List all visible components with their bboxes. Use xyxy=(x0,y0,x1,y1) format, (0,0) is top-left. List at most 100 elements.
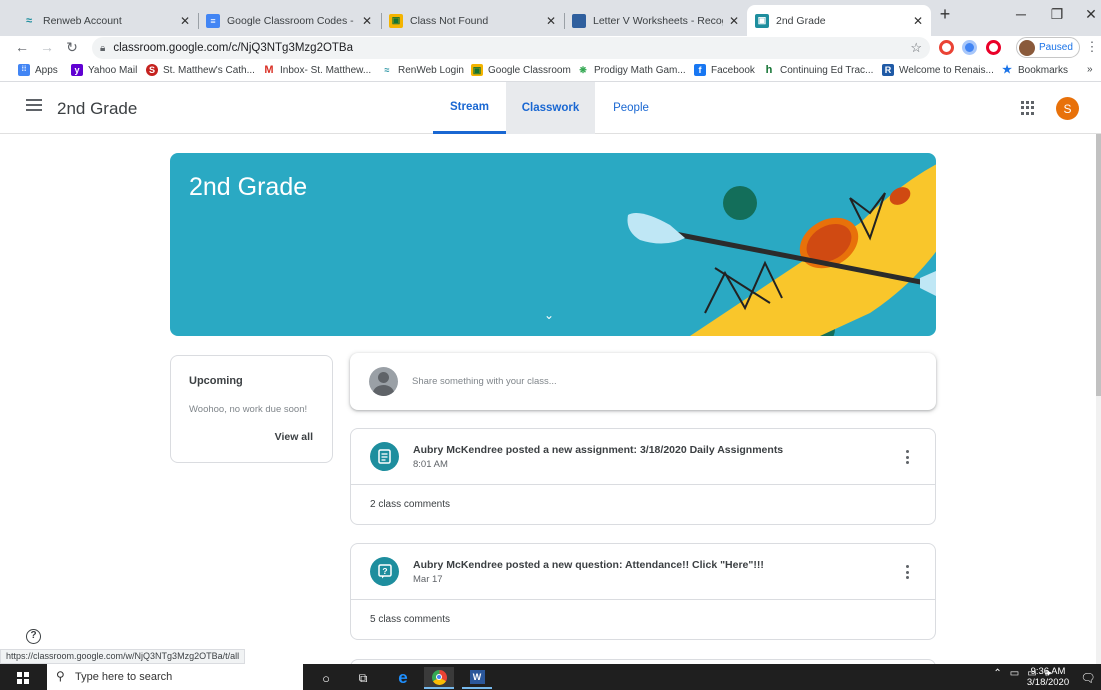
post-options-icon[interactable] xyxy=(906,565,910,579)
new-tab-button[interactable]: + xyxy=(930,4,960,25)
browser-tab-strip: ≈ Renweb Account ✕ ≡ Google Classroom Co… xyxy=(0,0,1101,36)
share-placeholder[interactable]: Share something with your class... xyxy=(412,376,557,387)
bookmark-yahoo-mail[interactable]: y Yahoo Mail xyxy=(71,64,137,76)
close-tab-icon[interactable]: ✕ xyxy=(180,14,190,28)
browser-tab-renweb-account[interactable]: ≈ Renweb Account ✕ xyxy=(14,5,198,36)
clock-date: 3/18/2020 xyxy=(1026,677,1070,688)
tab-title: Renweb Account xyxy=(43,14,122,27)
close-tab-icon[interactable]: ✕ xyxy=(362,14,372,28)
back-icon[interactable]: ← xyxy=(14,39,30,55)
chrome-icon[interactable] xyxy=(424,667,454,689)
star-icon: ★ xyxy=(1002,64,1012,76)
edge-icon[interactable]: e xyxy=(388,667,418,689)
post-title[interactable]: Aubry McKendree posted a new assignment:… xyxy=(413,444,783,456)
bookmark-facebook[interactable]: f Facebook xyxy=(694,64,755,76)
profile-status: Paused xyxy=(1039,42,1073,53)
bookmark-st-matthews[interactable]: S St. Matthew's Cath... xyxy=(146,64,255,76)
profile-button[interactable]: Paused xyxy=(1016,37,1080,58)
menu-kebab-icon[interactable]: ⋮ xyxy=(1084,39,1100,55)
facebook-icon: f xyxy=(694,64,706,76)
word-icon[interactable]: W xyxy=(462,667,492,689)
help-icon[interactable]: ? xyxy=(26,629,41,644)
bookmark-label: RenWeb Login xyxy=(398,64,464,76)
chevron-up-icon[interactable]: ⌃ xyxy=(993,668,1001,679)
close-tab-icon[interactable]: ✕ xyxy=(546,14,556,28)
post-time: Mar 17 xyxy=(413,574,443,585)
network-icon[interactable]: ▭ xyxy=(1010,668,1019,679)
divider xyxy=(351,599,935,600)
apps-grid-icon: ⁞⁞ xyxy=(18,64,30,76)
tab-people[interactable]: People xyxy=(595,82,667,134)
forward-icon[interactable]: → xyxy=(39,39,55,55)
browser-tab-classroom-codes[interactable]: ≡ Google Classroom Codes - Goog ✕ xyxy=(198,5,380,36)
taskbar-clock[interactable]: 9:36 AM 3/18/2020 xyxy=(1022,666,1074,688)
bookmark-renaissance[interactable]: R Welcome to Renais... xyxy=(882,64,994,76)
notifications-icon[interactable]: 🗨︎ xyxy=(1073,667,1101,689)
opera-icon[interactable] xyxy=(986,40,1001,55)
worksheet-site-icon xyxy=(572,13,586,28)
profile-avatar xyxy=(1019,40,1035,56)
stream-post[interactable]: Aubry McKendree posted a new assignment:… xyxy=(350,428,936,525)
cortana-icon[interactable]: ○ xyxy=(311,667,341,689)
user-avatar[interactable]: S xyxy=(1056,97,1079,120)
bookmark-folder[interactable]: ★ Bookmarks xyxy=(1001,64,1068,76)
tab-stream[interactable]: Stream xyxy=(433,82,506,134)
classroom-icon: ▣ xyxy=(471,64,483,76)
scrollbar[interactable] xyxy=(1096,134,1101,664)
browser-tab-letter-v-worksheets[interactable]: Letter V Worksheets - Recognize ✕ xyxy=(564,5,747,36)
upcoming-card: Upcoming Woohoo, no work due soon! View … xyxy=(170,355,333,463)
address-bar[interactable]: 🔒︎ classroom.google.com/c/NjQ3NTg3Mzg2OT… xyxy=(92,37,930,59)
bookmark-label: Continuing Ed Trac... xyxy=(780,64,874,76)
school-icon: S xyxy=(146,64,158,76)
gmail-icon: M xyxy=(264,64,274,76)
bookmark-label: Bookmarks xyxy=(1018,64,1069,76)
prodigy-icon: ❋ xyxy=(579,65,587,75)
bookmark-label: Inbox- St. Matthew... xyxy=(280,64,372,76)
google-docs-icon: ≡ xyxy=(206,13,220,28)
bookmark-renweb-login[interactable]: ≈ RenWeb Login xyxy=(381,64,464,76)
view-all-link[interactable]: View all xyxy=(275,431,313,443)
taskbar-search[interactable]: ⚲ Type here to search xyxy=(47,664,303,690)
class-comments-link[interactable]: 2 class comments xyxy=(370,499,450,510)
share-box[interactable]: Share something with your class... xyxy=(350,353,936,410)
close-window-icon[interactable]: ✕ xyxy=(1076,6,1101,23)
bookmark-star-icon[interactable]: ☆ xyxy=(910,40,922,56)
task-view-icon[interactable]: ⧉ xyxy=(348,667,378,689)
google-apps-icon[interactable] xyxy=(1021,101,1035,115)
class-comments-link[interactable]: 5 class comments xyxy=(370,614,450,625)
close-tab-icon[interactable]: ✕ xyxy=(913,14,923,28)
class-title[interactable]: 2nd Grade xyxy=(57,99,137,119)
bookmark-google-classroom[interactable]: ▣ Google Classroom xyxy=(471,64,571,76)
search-icon: ⚲ xyxy=(56,669,65,683)
minimize-icon[interactable]: ─ xyxy=(1006,6,1036,22)
yahoo-icon: y xyxy=(71,64,83,76)
browser-tab-class-not-found[interactable]: ▣ Class Not Found ✕ xyxy=(381,5,564,36)
bookmark-label: St. Matthew's Cath... xyxy=(163,64,255,76)
post-title[interactable]: Aubry McKendree posted a new question: A… xyxy=(413,559,764,571)
chevron-down-icon[interactable]: ⌄ xyxy=(544,308,554,322)
bookmark-label: Apps xyxy=(35,64,58,76)
bookmark-prodigy[interactable]: ❋ Prodigy Math Gam... xyxy=(577,64,685,76)
bookmark-apps[interactable]: ⁞⁞ Apps xyxy=(18,64,58,76)
question-icon: ? xyxy=(370,557,399,586)
browser-tab-2nd-grade[interactable]: ▣ 2nd Grade ✕ xyxy=(747,5,931,36)
restore-icon[interactable]: ❐ xyxy=(1042,6,1072,23)
bookmark-continuing-ed[interactable]: h Continuing Ed Trac... xyxy=(763,64,874,76)
scrollbar-thumb[interactable] xyxy=(1096,134,1101,396)
main-menu-icon[interactable] xyxy=(26,99,42,111)
banner-class-title: 2nd Grade xyxy=(189,173,308,201)
bookmark-inbox[interactable]: M Inbox- St. Matthew... xyxy=(263,64,371,76)
bookmarks-overflow[interactable]: » xyxy=(1087,64,1093,75)
renweb-icon: ≈ xyxy=(384,65,390,75)
reload-icon[interactable]: ↻ xyxy=(64,39,80,56)
classroom-header: 2nd Grade Stream Classwork People S xyxy=(0,82,1101,134)
extension-icon[interactable] xyxy=(939,40,954,55)
continuing-ed-icon: h xyxy=(765,64,773,76)
windows-start-icon[interactable] xyxy=(17,672,29,684)
assignment-icon xyxy=(370,442,399,471)
close-tab-icon[interactable]: ✕ xyxy=(729,14,739,28)
post-options-icon[interactable] xyxy=(906,450,910,464)
extension-icon[interactable] xyxy=(962,40,977,55)
tab-classwork[interactable]: Classwork xyxy=(506,82,595,134)
stream-post[interactable]: ? Aubry McKendree posted a new question:… xyxy=(350,543,936,640)
